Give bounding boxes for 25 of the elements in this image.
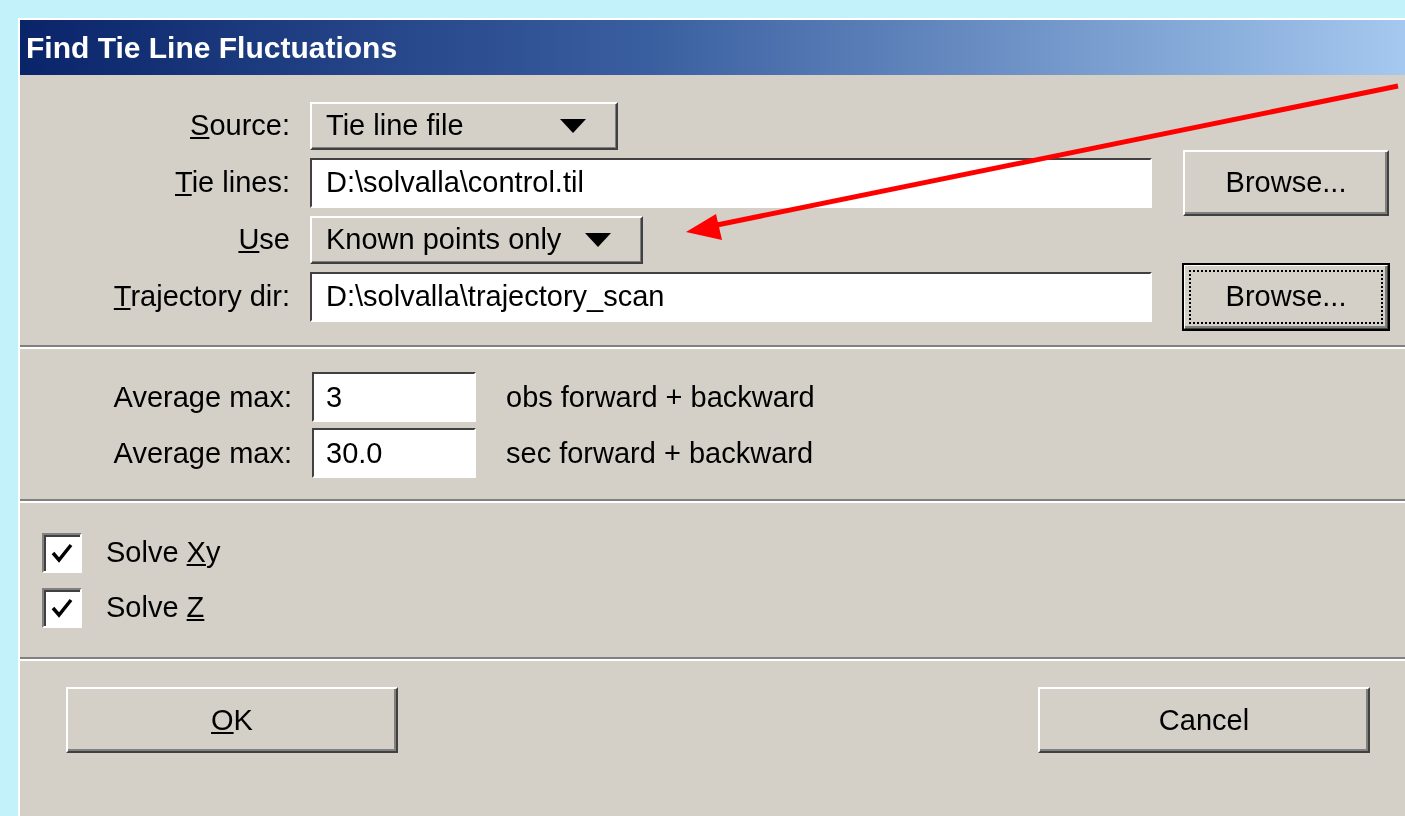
field-label: Tie lines: (174, 166, 291, 199)
dropdown[interactable]: Known points only (310, 215, 644, 264)
field-label: Use (237, 223, 291, 256)
caret-icon (560, 118, 586, 133)
field-label: Average max: (112, 436, 293, 470)
caret-icon (585, 232, 612, 247)
path-field[interactable]: D:\solvalla\trajectory_scan (310, 271, 1152, 322)
field-label: Average max: (112, 380, 293, 414)
field-label: Trajectory dir: (112, 280, 291, 313)
path-field[interactable]: D:\solvalla\control.til (310, 157, 1152, 208)
browse-button[interactable]: Browse... (1183, 263, 1389, 330)
dropdown[interactable]: Tie line file (310, 101, 618, 150)
unit-label: sec forward + backward (506, 436, 814, 470)
unit-label: obs forward + backward (506, 380, 815, 414)
number-field[interactable]: 30.0 (312, 428, 476, 478)
checkbox-label[interactable]: Solve Z (106, 591, 205, 624)
ok-button[interactable]: OK (66, 687, 398, 753)
checkbox[interactable] (42, 587, 82, 628)
cancel-button[interactable]: Cancel (1038, 687, 1370, 753)
field-label: Source: (189, 109, 291, 142)
window-title: Find Tie Line Fluctuations (26, 30, 398, 65)
browse-button[interactable]: Browse... (1183, 149, 1389, 216)
checkbox[interactable] (42, 532, 82, 573)
checkbox-label[interactable]: Solve Xy (106, 536, 221, 569)
number-field[interactable]: 3 (312, 372, 476, 422)
